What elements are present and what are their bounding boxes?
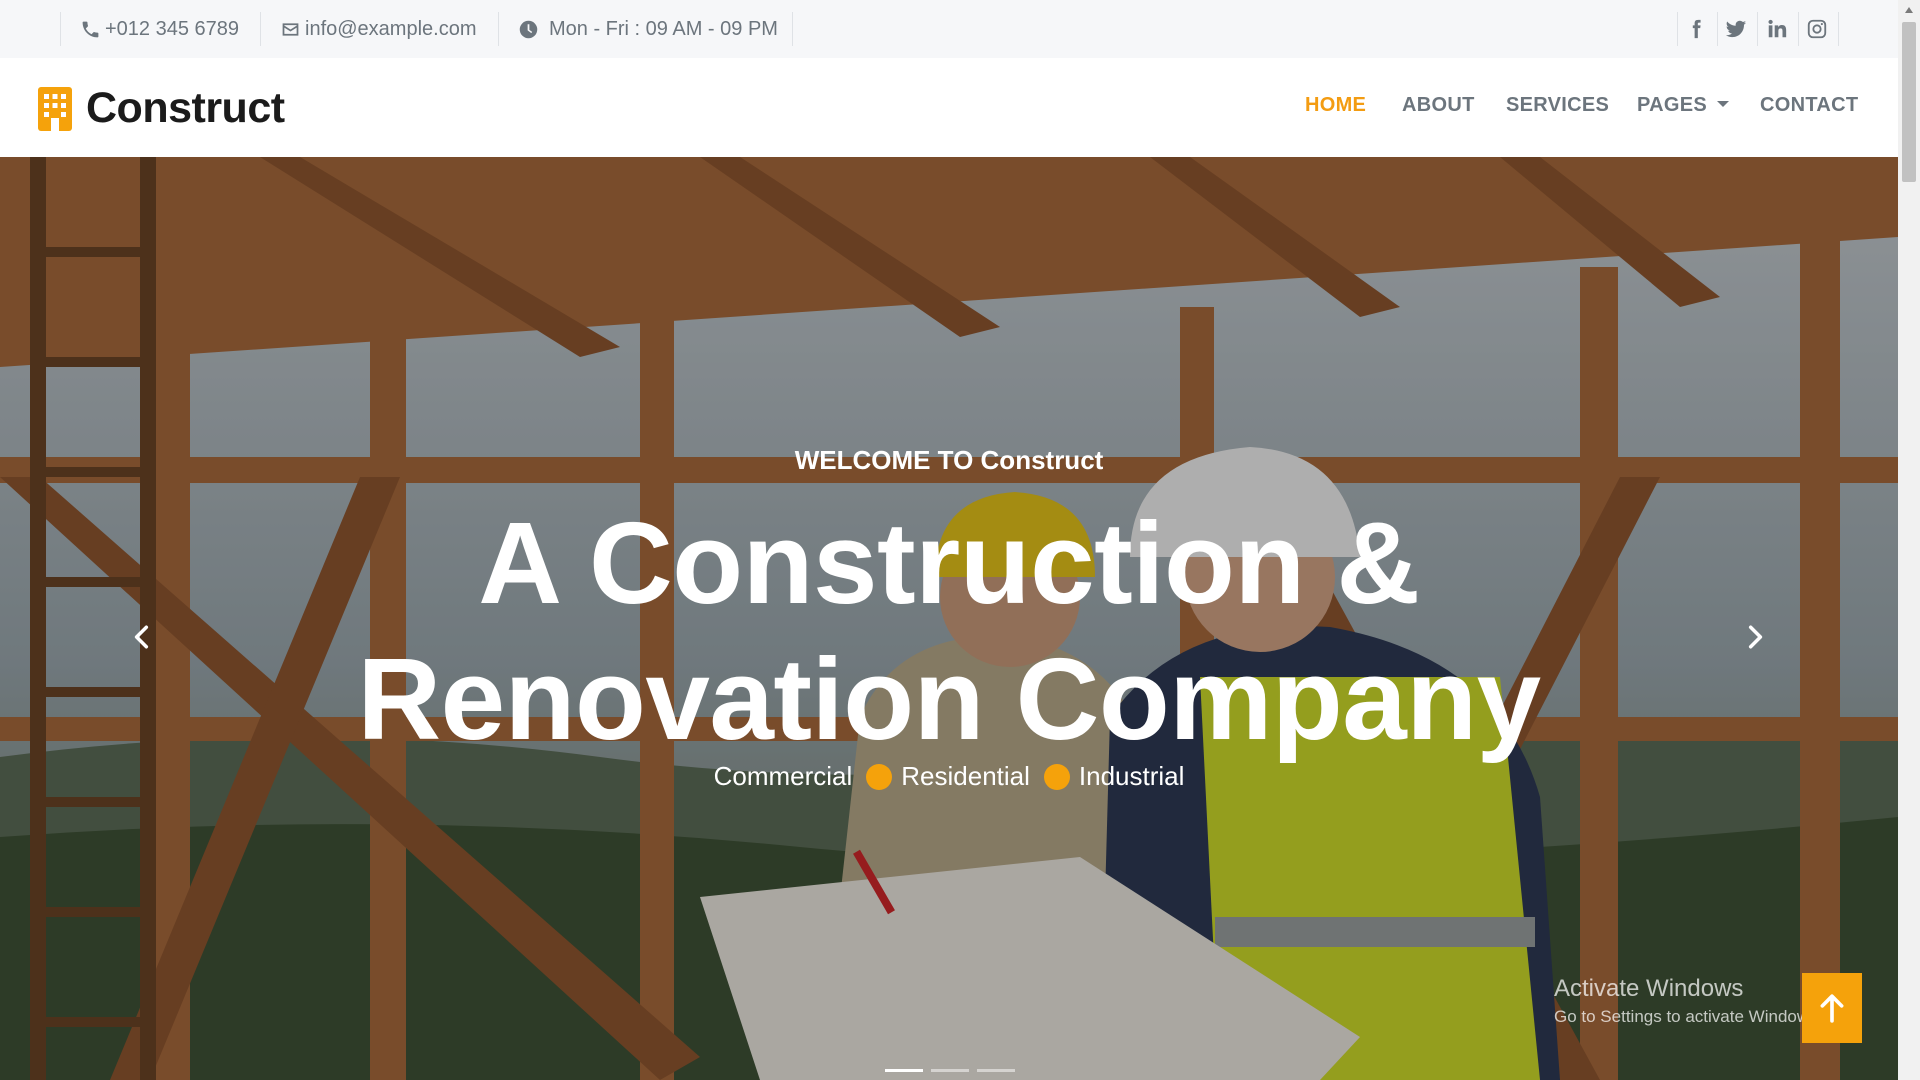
bullet-dot-icon xyxy=(1043,763,1070,790)
divider xyxy=(60,12,61,46)
nav-services[interactable]: SERVICES xyxy=(1506,94,1609,117)
envelope-icon xyxy=(282,22,299,36)
nav-pages-dropdown[interactable]: PAGES xyxy=(1637,94,1730,117)
carousel-next-button[interactable] xyxy=(1725,607,1785,667)
hero-carousel: WELCOME TO Construct A Construction & Re… xyxy=(0,157,1898,1080)
facebook-icon xyxy=(1692,19,1701,39)
chevron-right-icon xyxy=(1748,625,1763,649)
divider xyxy=(260,12,261,46)
divider xyxy=(1838,12,1839,46)
scrollbar-thumb[interactable] xyxy=(1902,22,1916,182)
email-text: info@example.com xyxy=(305,17,477,40)
business-hours: Mon - Fri : 09 AM - 09 PM xyxy=(518,12,778,46)
facebook-link[interactable] xyxy=(1676,12,1716,46)
back-to-top-button[interactable] xyxy=(1802,973,1862,1043)
hero-welcome-text: WELCOME TO Construct xyxy=(794,445,1104,475)
hours-text: Mon - Fri : 09 AM - 09 PM xyxy=(549,17,778,40)
divider xyxy=(498,12,499,46)
arrow-up-icon xyxy=(1820,994,1844,1023)
scroll-up-icon[interactable] xyxy=(1898,0,1920,20)
watermark-subtitle: Go to Settings to activate Windows. xyxy=(1554,1007,1823,1026)
tag-commercial: Commercial xyxy=(713,761,853,791)
nav-about[interactable]: ABOUT xyxy=(1402,94,1475,117)
twitter-link[interactable] xyxy=(1716,12,1756,46)
carousel-indicator-2[interactable] xyxy=(931,1069,969,1072)
tag-residential: Residential xyxy=(901,761,1030,791)
bullet-dot-icon xyxy=(866,763,893,790)
nav-contact[interactable]: CONTACT xyxy=(1760,94,1858,117)
windows-activation-watermark: Activate Windows Go to Settings to activ… xyxy=(1554,975,1822,1027)
contact-email[interactable]: info@example.com xyxy=(280,12,476,46)
carousel-indicator-1[interactable] xyxy=(885,1069,923,1072)
linkedin-icon xyxy=(1768,19,1787,38)
brand-logo[interactable]: Construct xyxy=(38,84,285,133)
clock-icon xyxy=(519,20,538,38)
contact-phone[interactable]: +012 345 6789 xyxy=(80,12,239,46)
phone-text: +012 345 6789 xyxy=(105,17,240,40)
brand-name: Construct xyxy=(86,84,285,132)
carousel-prev-button[interactable] xyxy=(112,607,172,667)
instagram-icon xyxy=(1807,19,1827,39)
main-navbar: Construct HOME ABOUT SERVICES PAGES CONT… xyxy=(0,58,1898,157)
chevron-left-icon xyxy=(134,625,149,649)
nav-home[interactable]: HOME xyxy=(1305,94,1366,117)
building-icon xyxy=(38,86,72,131)
phone-icon xyxy=(82,21,99,37)
hero-headline: A Construction & Renovation Company xyxy=(357,498,1541,764)
divider xyxy=(792,12,793,46)
twitter-icon xyxy=(1725,20,1747,38)
watermark-title: Activate Windows xyxy=(1554,975,1744,1002)
instagram-link[interactable] xyxy=(1797,12,1837,46)
linkedin-link[interactable] xyxy=(1757,12,1797,46)
hero-service-tags: Commercial Residential Industrial xyxy=(0,761,1898,792)
caret-down-icon xyxy=(1717,101,1730,107)
tag-industrial: Industrial xyxy=(1078,761,1185,791)
top-bar: +012 345 6789 info@example.com Mon - Fri… xyxy=(0,0,1898,58)
carousel-indicator-3[interactable] xyxy=(977,1069,1015,1072)
page-scrollbar[interactable] xyxy=(1898,0,1920,1080)
nav-pages-label: PAGES xyxy=(1637,94,1708,116)
carousel-indicators xyxy=(885,1069,1015,1072)
